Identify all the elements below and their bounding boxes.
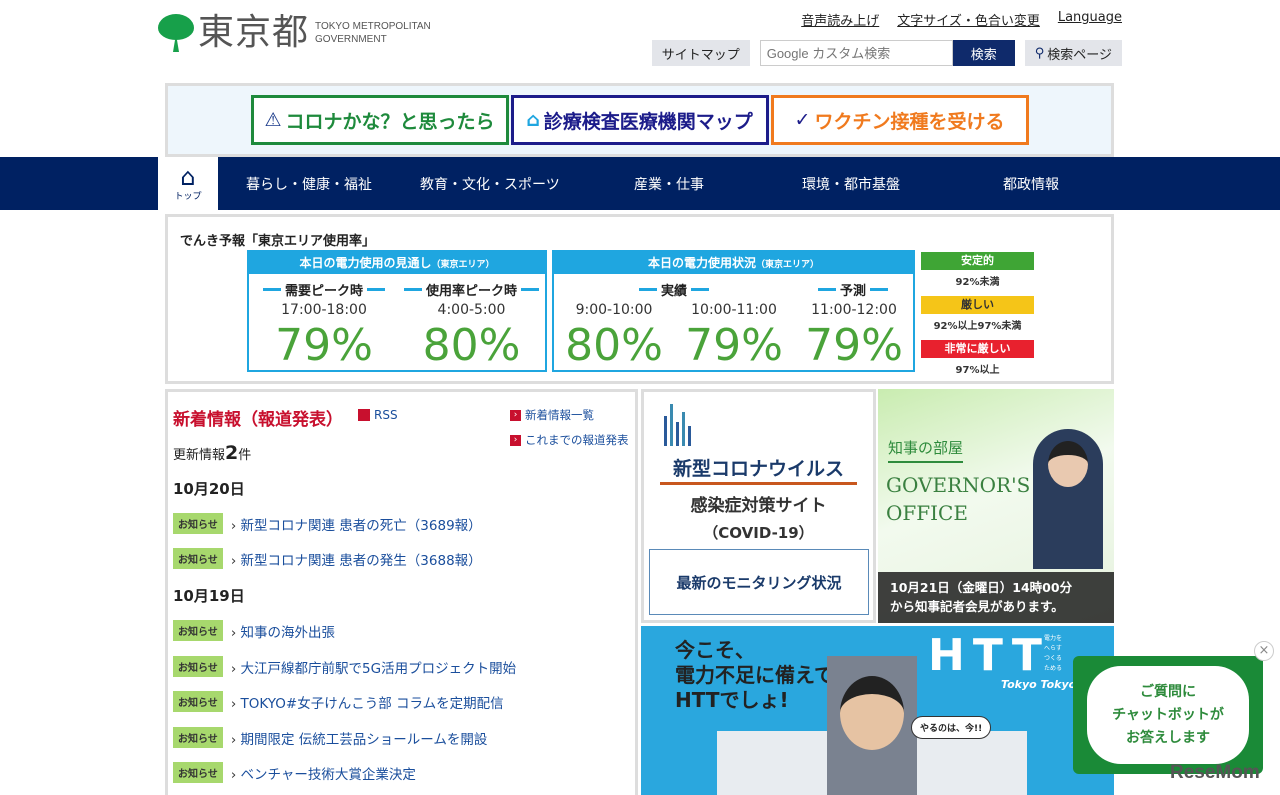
news-item: お知らせTOKYO#女子けんこう部 コラムを定期配信 [173,691,504,712]
forecast-title: でんき予報「東京エリア使用率」 [180,234,376,249]
news-list-link[interactable]: › 新着情報一覧 [510,407,594,423]
forecast-box: 本日の電力使用の見通し（東京エリア） 需要ピーク時 17:00-18:00 79% … [247,250,547,372]
usage-peak: 使用率ピーク時 4:00-5:00 80% [399,280,544,368]
syringe-icon: ✓ [794,109,811,131]
htt-logo: HTT [928,630,1050,681]
nav-education[interactable]: 教育・文化・スポーツ [420,157,560,210]
notice-badge: お知らせ [173,762,223,783]
legend-very-tight: 非常に厳しい [921,340,1034,358]
covid-site-banner[interactable]: 新型コロナウイルス 感染症対策サイト （COVID-19） 最新のモニタリング状… [641,389,876,623]
status-header: 本日の電力使用状況（東京エリア） [554,252,913,274]
speech-bubble: やるのは、今!! [911,716,992,739]
news-item: お知らせ新型コロナ関連 患者の発生（3688報） [173,548,482,569]
status-box: 本日の電力使用状況（東京エリア） 実績 予測 9:00-10:00 80% 10:… [552,250,915,372]
forecast-header: 本日の電力使用の見通し（東京エリア） [249,252,545,274]
arrow-icon: › [510,434,521,446]
home-icon: ⌂ [180,163,196,191]
news-title: 新着情報（報道発表） [173,410,343,430]
past-releases-link[interactable]: › これまでの報道発表 [510,432,629,448]
notice-badge: お知らせ [173,691,223,712]
read-aloud-link[interactable]: 音声読み上げ [801,10,879,29]
notice-badge: お知らせ [173,727,223,748]
news-panel: 新着情報（報道発表） RSS › 新着情報一覧 › これまでの報道発表 更新情報2件… [165,389,638,795]
search-button[interactable]: 検索 [952,40,1015,66]
main-nav: ⌂ トップ 暮らし・健康・福祉 教育・文化・スポーツ 産業・仕事 環境・都市基盤… [0,157,1280,210]
text-size-color-link[interactable]: 文字サイズ・色合い変更 [897,10,1040,29]
rss-icon [358,409,370,421]
sitemap-button[interactable]: サイトマップ [651,40,750,66]
search-page-button[interactable]: ⚲ 検索ページ [1024,40,1122,66]
utility-links: 音声読み上げ 文字サイズ・色合い変更 Language [801,10,1122,29]
status-slot: 9:00-10:00 80% [565,302,663,371]
notice-badge: お知らせ [173,620,223,641]
nav-industry[interactable]: 産業・仕事 [634,157,704,210]
htt-banner[interactable]: 今こそ、 電力不足に備えて、 HTTでしょ! HTT 電力を へらす つくる ためる To… [641,626,1114,795]
chart-bars-icon [664,404,691,446]
logo-text: 東京都 [198,12,310,53]
notice-badge: お知らせ [173,656,223,677]
press-conference-notice: 10月21日（金曜日）14時00分 から知事記者会見があります。 [878,572,1114,623]
news-item: お知らせ知事の海外出張 [173,620,335,641]
person-photo [827,656,917,795]
nav-home[interactable]: ⌂ トップ [158,157,218,210]
warning-icon: ⚠ [264,109,282,131]
search-row: サイトマップ 検索 ⚲検索ページ [651,40,1122,66]
usage-legend: 安定的 92%未満 厳しい 92%以上97%未満 非常に厳しい 97%以上 [921,252,1034,384]
resemom-watermark: ReseMom [1170,762,1260,783]
nav-environment[interactable]: 環境・都市基盤 [802,157,900,210]
ginkgo-icon [158,14,194,52]
actual-label: 実績 [559,280,789,299]
electricity-forecast[interactable]: でんき予報「東京エリア使用率」 本日の電力使用の見通し（東京エリア） 需要ピーク… [165,214,1114,384]
predict-label: 予測 [794,280,912,299]
tokyo-logo[interactable]: 東京都 TOKYO METROPOLITAN GOVERNMENT [158,14,431,52]
language-link[interactable]: Language [1058,10,1122,29]
chat-close-icon[interactable]: × [1254,641,1274,661]
nav-government[interactable]: 都政情報 [1003,157,1059,210]
status-slot: 10:00-11:00 79% [685,302,783,371]
demand-peak: 需要ピーク時 17:00-18:00 79% [254,280,394,368]
governor-office-banner[interactable]: 知事の部屋 GOVERNOR'S OFFICE 10月21日（金曜日）14時00分… [878,389,1114,623]
search-icon: ⚲ [1034,45,1045,61]
notice-badge: お知らせ [173,548,223,569]
divider [660,482,857,485]
nav-living[interactable]: 暮らし・健康・福祉 [246,157,372,210]
news-date: 10月20日 [173,480,245,498]
news-item: お知らせベンチャー技術大賞企業決定 [173,762,416,783]
update-count: 更新情報2件 [173,442,252,464]
covid-check-banner[interactable]: ⚠ コロナかな？と思ったら [250,95,509,145]
news-item: お知らせ新型コロナ関連 患者の死亡（3689報） [173,513,482,534]
notice-badge: お知らせ [173,513,223,534]
search-input[interactable] [759,40,953,66]
news-item: お知らせ期間限定 伝統工芸品ショールームを開設 [173,727,487,748]
arrow-icon: › [510,409,521,421]
covid-banners: ⚠ コロナかな？と思ったら ⌂ 診療検査医療機関マップ ✓ ワクチン接種を受ける [165,83,1114,157]
news-date: 10月19日 [173,587,245,605]
home-icon: ⌂ [526,109,540,131]
legend-stable: 安定的 [921,252,1034,270]
news-item: お知らせ大江戸線都庁前駅で5G活用プロジェクト開始 [173,656,516,677]
governor-photo [1033,429,1103,569]
clinic-map-banner[interactable]: ⌂ 診療検査医療機関マップ [510,95,769,145]
rss-link[interactable]: RSS [358,408,398,422]
vaccine-banner[interactable]: ✓ ワクチン接種を受ける [770,95,1029,145]
legend-tight: 厳しい [921,296,1034,314]
monitoring-button[interactable]: 最新のモニタリング状況 [649,549,869,615]
chatbot-widget[interactable]: ご質問に チャットボットが お答えします [1073,656,1263,774]
logo-english: TOKYO METROPOLITAN GOVERNMENT [315,21,431,45]
status-slot: 11:00-12:00 79% [805,302,903,371]
